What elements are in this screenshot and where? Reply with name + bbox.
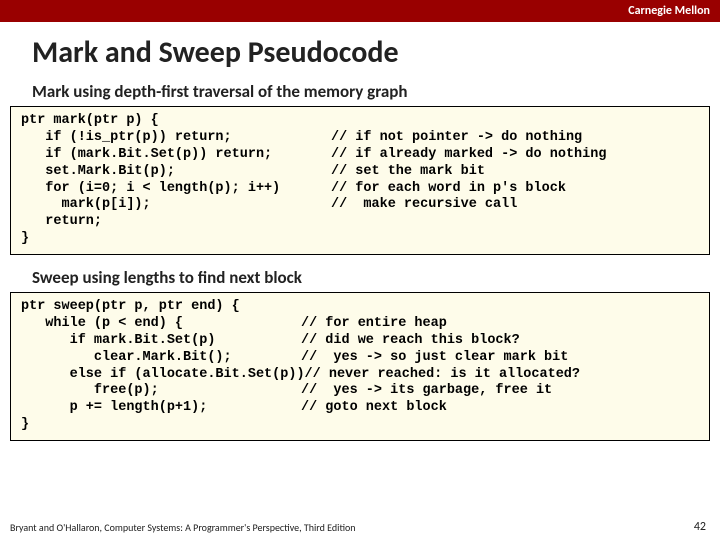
mark-subhead: Mark using depth-first traversal of the … <box>0 79 720 106</box>
code-comment: // goto next block <box>301 400 447 417</box>
page-number: 42 <box>694 520 706 534</box>
code-text: while (p < end) { <box>21 316 301 333</box>
code-text: set.Mark.Bit(p); <box>21 164 331 181</box>
code-line: ptr mark(ptr p) { <box>21 113 699 130</box>
code-text: p += length(p+1); <box>21 400 301 417</box>
code-text: } <box>21 417 301 434</box>
code-comment: // never reached: is it allocated? <box>305 367 580 384</box>
sweep-subhead: Sweep using lengths to find next block <box>0 265 720 292</box>
brand-label: Carnegie Mellon <box>628 4 710 18</box>
code-text: return; <box>21 214 331 231</box>
code-line: mark(p[i]);// make recursive call <box>21 197 699 214</box>
code-line: ptr sweep(ptr p, ptr end) { <box>21 299 699 316</box>
code-line: if mark.Bit.Set(p)// did we reach this b… <box>21 333 699 350</box>
code-text: if mark.Bit.Set(p) <box>21 333 301 350</box>
code-comment: // for entire heap <box>301 316 447 333</box>
code-line: clear.Mark.Bit();// yes -> so just clear… <box>21 350 699 367</box>
code-comment: // did we reach this block? <box>301 333 520 350</box>
code-line: for (i=0; i < length(p); i++)// for each… <box>21 181 699 198</box>
code-line: } <box>21 231 699 248</box>
code-comment: // if not pointer -> do nothing <box>331 130 582 147</box>
code-line: set.Mark.Bit(p);// set the mark bit <box>21 164 699 181</box>
code-text: for (i=0; i < length(p); i++) <box>21 181 331 198</box>
code-comment: // yes -> its garbage, free it <box>301 383 552 400</box>
code-text: } <box>21 231 331 248</box>
code-line: else if (allocate.Bit.Set(p))// never re… <box>21 367 699 384</box>
code-line: } <box>21 417 699 434</box>
sweep-codebox: ptr sweep(ptr p, ptr end) { while (p < e… <box>10 292 710 441</box>
code-text: if (mark.Bit.Set(p)) return; <box>21 147 331 164</box>
code-line: free(p);// yes -> its garbage, free it <box>21 383 699 400</box>
code-comment: // set the mark bit <box>331 164 485 181</box>
code-line: while (p < end) {// for entire heap <box>21 316 699 333</box>
code-line: if (!is_ptr(p)) return;// if not pointer… <box>21 130 699 147</box>
code-comment: // yes -> so just clear mark bit <box>301 350 568 367</box>
footer-citation: Bryant and O'Hallaron, Computer Systems:… <box>10 521 356 534</box>
slide-title: Mark and Sweep Pseudocode <box>0 22 720 79</box>
code-text: ptr sweep(ptr p, ptr end) { <box>21 299 301 316</box>
topbar: Carnegie Mellon <box>0 0 720 22</box>
code-comment: // for each word in p's block <box>331 181 566 198</box>
code-text: ptr mark(ptr p) { <box>21 113 331 130</box>
code-text: free(p); <box>21 383 301 400</box>
code-text: if (!is_ptr(p)) return; <box>21 130 331 147</box>
code-comment: // if already marked -> do nothing <box>331 147 606 164</box>
code-line: p += length(p+1);// goto next block <box>21 400 699 417</box>
code-line: return; <box>21 214 699 231</box>
code-line: if (mark.Bit.Set(p)) return;// if alread… <box>21 147 699 164</box>
code-comment: // make recursive call <box>331 197 517 214</box>
code-text: clear.Mark.Bit(); <box>21 350 301 367</box>
mark-codebox: ptr mark(ptr p) { if (!is_ptr(p)) return… <box>10 106 710 255</box>
code-text: mark(p[i]); <box>21 197 331 214</box>
code-text: else if (allocate.Bit.Set(p)) <box>21 367 305 384</box>
